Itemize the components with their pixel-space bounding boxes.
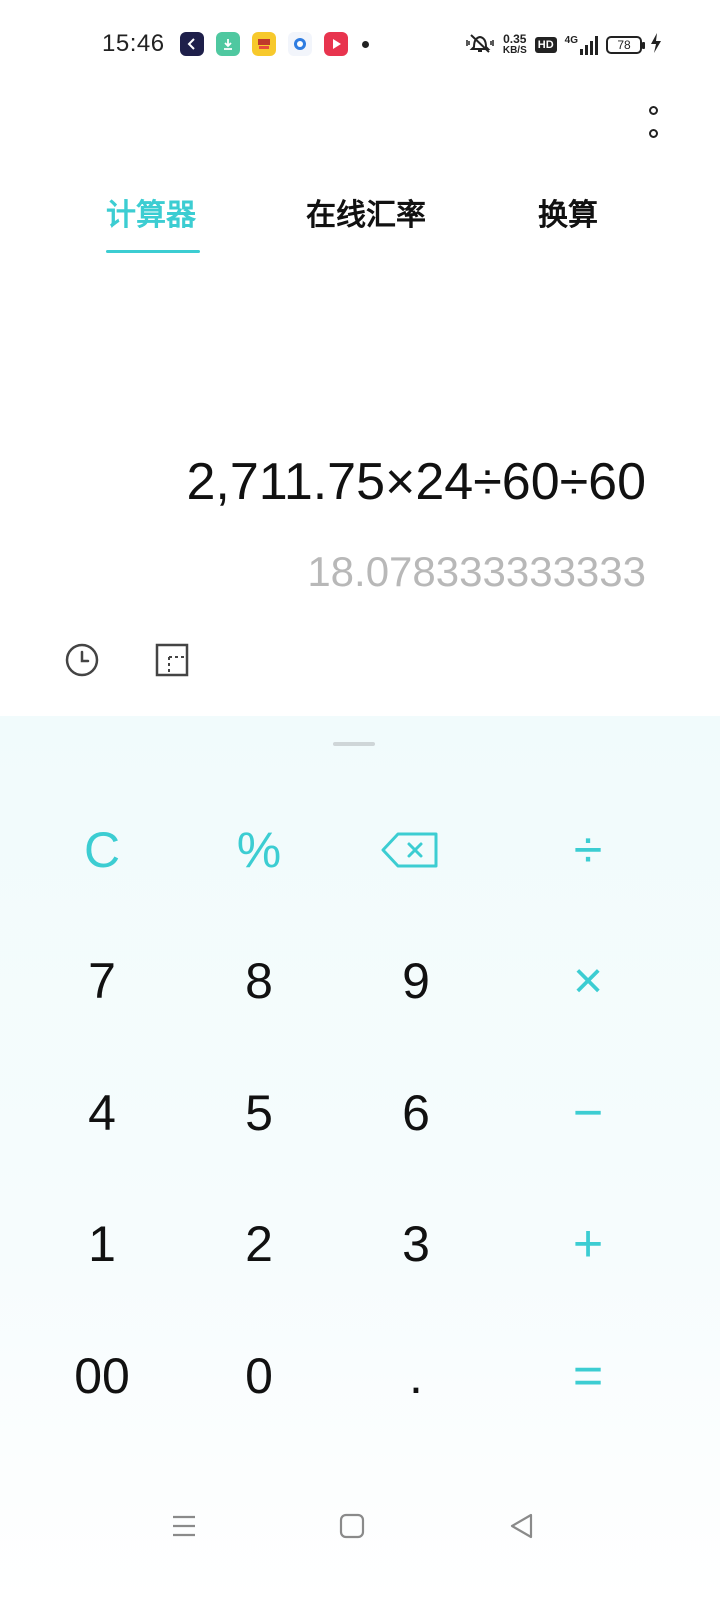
overflow-menu-icon[interactable] — [640, 106, 666, 138]
network-type: 4G — [564, 35, 578, 46]
notification-app-icons — [180, 32, 348, 56]
status-time: 15:46 — [102, 30, 165, 57]
key-2[interactable]: 2 — [179, 1189, 339, 1299]
key-6[interactable]: 6 — [336, 1058, 496, 1168]
percent-key[interactable]: % — [179, 795, 339, 905]
active-tab-indicator — [106, 250, 200, 253]
browser-app-icon — [288, 32, 312, 56]
key-7[interactable]: 7 — [22, 926, 182, 1036]
keypad-drag-handle[interactable] — [333, 742, 375, 746]
result-display: 18.078333333333 — [307, 548, 646, 595]
clear-key[interactable]: C — [22, 795, 182, 905]
system-nav-bar — [0, 1490, 720, 1560]
mute-icon — [465, 32, 495, 59]
video-app-icon — [324, 32, 348, 56]
keypad: C % ÷ 7 8 9 × 4 5 6 − 1 2 3 + 00 0 . = — [0, 716, 720, 1600]
display-tools — [64, 642, 190, 678]
network-speed: 0.35 KB/S — [502, 32, 527, 56]
net-speed-value: 0.35 — [503, 32, 527, 46]
key-9[interactable]: 9 — [336, 926, 496, 1036]
top-tabs: 计算器 在线汇率 换算 — [0, 190, 720, 260]
recent-apps-icon[interactable] — [164, 1508, 204, 1544]
tab-conversion[interactable]: 换算 — [538, 190, 598, 234]
equals-key[interactable]: = — [508, 1321, 668, 1431]
key-4[interactable]: 4 — [22, 1058, 182, 1168]
charging-icon — [650, 32, 662, 59]
battery-level: 78 — [617, 38, 631, 52]
battery-icon: 78 — [606, 36, 645, 54]
scientific-mode-icon[interactable] — [154, 642, 190, 678]
hd-badge: HD — [534, 37, 557, 53]
key-00[interactable]: 00 — [22, 1321, 182, 1431]
tab-calculator[interactable]: 计算器 — [106, 190, 196, 234]
status-indicators: 0.35 KB/S HD 4G 78 — [465, 30, 662, 60]
plus-key[interactable]: + — [508, 1189, 668, 1299]
minus-key[interactable]: − — [508, 1058, 668, 1168]
backspace-key[interactable] — [330, 795, 490, 905]
backspace-icon — [381, 832, 438, 868]
history-icon[interactable] — [64, 642, 100, 678]
home-icon[interactable] — [332, 1508, 372, 1544]
back-app-icon — [180, 32, 204, 56]
key-5[interactable]: 5 — [179, 1058, 339, 1168]
expression-display: 2,711.75×24÷60÷60 — [186, 453, 646, 511]
divide-key[interactable]: ÷ — [508, 795, 668, 905]
more-notifications-dot — [362, 41, 369, 48]
back-icon[interactable] — [502, 1508, 542, 1544]
key-3[interactable]: 3 — [336, 1189, 496, 1299]
key-0[interactable]: 0 — [179, 1321, 339, 1431]
signal-icon: 4G — [565, 35, 598, 55]
download-app-icon — [216, 32, 240, 56]
key-8[interactable]: 8 — [179, 926, 339, 1036]
net-speed-unit: KB/S — [502, 45, 527, 56]
news-app-icon — [252, 32, 276, 56]
key-1[interactable]: 1 — [22, 1189, 182, 1299]
status-bar: 15:46 0.35 KB/S HD 4G 78 — [0, 0, 720, 92]
decimal-key[interactable]: . — [336, 1321, 496, 1431]
tab-online-exchange-rate[interactable]: 在线汇率 — [306, 190, 426, 234]
multiply-key[interactable]: × — [508, 926, 668, 1036]
